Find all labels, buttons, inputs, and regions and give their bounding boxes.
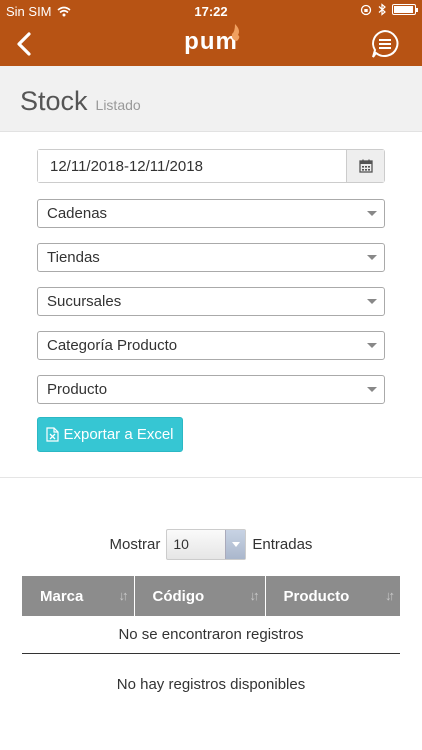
bluetooth-icon [378,3,386,16]
battery-fill [394,6,413,13]
page-length-value: 10 [173,535,189,552]
select-value: Sucursales [47,293,122,310]
table-row: No se encontraron registros [22,616,400,654]
status-right [360,3,418,16]
column-header-label: Código [152,587,205,605]
caret-down-icon [367,211,377,216]
select-value: Producto [47,381,108,398]
dropdown-arrow-icon [225,529,246,559]
date-range-field [37,149,385,183]
stock-table: Marca ↓↑ Código ↓↑ Producto ↓↑ No se enc… [22,576,400,654]
excel-file-icon [46,427,60,442]
select-cadenas[interactable]: Cadenas [37,199,385,228]
flame-icon [231,24,240,41]
empty-table-message: No se encontraron registros [22,616,400,654]
select-value: Tiendas [47,249,100,266]
section-divider [0,477,422,478]
export-excel-button[interactable]: Exportar a Excel [37,417,183,452]
select-producto[interactable]: Producto [37,375,385,404]
sort-icon: ↓↑ [385,588,395,603]
table-info: No hay registros disponibles [116,676,306,693]
status-time: 17:22 [194,4,228,19]
column-header-label: Marca [40,587,84,605]
export-excel-label: Exportar a Excel [63,426,174,443]
sort-icon: ↓↑ [118,588,129,603]
nav-bar: pum [0,22,422,66]
battery-icon [392,4,418,15]
column-header-producto[interactable]: Producto ↓↑ [265,576,400,616]
status-bar: Sin SIM 17:22 [0,0,422,22]
select-value: Categoría Producto [47,337,178,354]
sort-icon: ↓↑ [249,588,260,603]
calendar-button[interactable] [346,150,384,182]
select-sucursales[interactable]: Sucursales [37,287,385,316]
date-range-input[interactable] [38,150,346,182]
caret-down-icon [367,387,377,392]
page-heading: Stock Listado [20,86,141,117]
app-logo: pum [0,28,422,56]
page-title: Stock [20,86,88,116]
caret-down-icon [367,255,377,260]
page-subtitle: Listado [95,97,141,113]
length-label-before: Mostrar [109,535,161,553]
column-header-marca[interactable]: Marca ↓↑ [22,576,135,616]
caret-down-icon [367,299,377,304]
chat-menu-icon [372,29,399,58]
caret-down-icon [367,343,377,348]
select-value: Cadenas [47,205,108,222]
column-header-label: Producto [283,587,350,605]
select-categoria-producto[interactable]: Categoría Producto [37,331,385,360]
orientation-lock-icon [360,4,372,15]
select-tiendas[interactable]: Tiendas [37,243,385,272]
table-header-row: Marca ↓↑ Código ↓↑ Producto ↓↑ [22,576,400,616]
length-label-after: Entradas [252,535,313,553]
menu-button[interactable] [370,29,400,59]
page-length-select[interactable]: 10 [166,528,247,560]
page-length-control: Mostrar 10 Entradas [0,528,422,560]
calendar-icon [358,159,373,173]
column-header-codigo[interactable]: Código ↓↑ [134,576,266,616]
content-card: Cadenas Tiendas Sucursales Categoría Pro… [0,131,422,750]
